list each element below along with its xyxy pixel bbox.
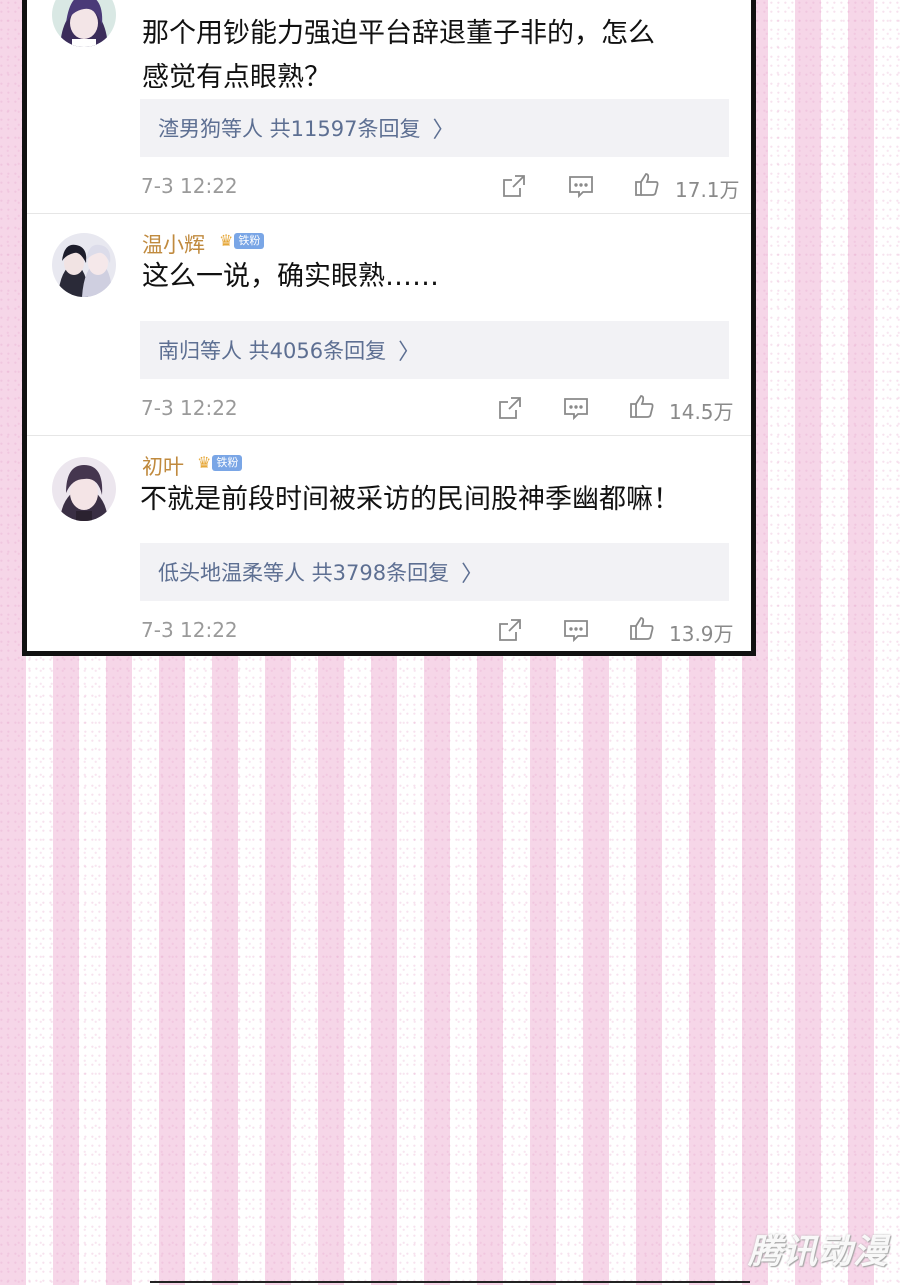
replies-summary[interactable]: 低头地温柔等人 共3798条回复 〉 bbox=[140, 543, 729, 601]
fan-badge: ♛ 铁粉 bbox=[197, 453, 243, 472]
comment-icon[interactable] bbox=[563, 617, 589, 643]
comment-time: 7-3 12:22 bbox=[141, 174, 238, 198]
comment-text-line: 感觉有点眼熟？ bbox=[142, 62, 331, 93]
avatar[interactable] bbox=[52, 457, 116, 521]
comment-text: 不就是前段时间被采访的民间股神季幽都嘛！ bbox=[140, 478, 740, 522]
comment-text-line: 那个用钞能力强迫平台辞退董子非的，怎么 bbox=[142, 18, 655, 49]
like-count: 17.1万 bbox=[675, 178, 740, 202]
bottom-border bbox=[150, 1281, 750, 1283]
share-icon[interactable] bbox=[497, 395, 523, 421]
replies-summary[interactable]: 南归等人 共4056条回复 〉 bbox=[140, 321, 729, 379]
crown-icon: ♛ bbox=[219, 231, 234, 250]
share-icon[interactable] bbox=[501, 173, 527, 199]
comment-time: 7-3 12:22 bbox=[141, 396, 238, 420]
share-icon[interactable] bbox=[497, 617, 523, 643]
divider bbox=[27, 435, 751, 436]
crown-icon: ♛ bbox=[197, 453, 212, 472]
chevron-right-icon: 〉 bbox=[432, 118, 455, 143]
chevron-right-icon: 〉 bbox=[398, 340, 421, 365]
avatar[interactable] bbox=[52, 0, 116, 47]
comment-text: 那个用钞能力强迫平台辞退董子非的，怎么 感觉有点眼熟？ bbox=[142, 12, 742, 100]
fan-badge-label: 铁粉 bbox=[212, 455, 243, 471]
divider bbox=[27, 213, 751, 214]
comment-panel: 那个用钞能力强迫平台辞退董子非的，怎么 感觉有点眼熟？ 渣男狗等人 共11597… bbox=[22, 0, 756, 656]
fan-badge: ♛ 铁粉 bbox=[219, 231, 265, 250]
replies-summary-text: 南归等人 共4056条回复 bbox=[158, 339, 387, 363]
fan-badge-label: 铁粉 bbox=[234, 233, 265, 249]
comment-icon[interactable] bbox=[568, 173, 594, 199]
like-icon[interactable] bbox=[634, 171, 660, 197]
username[interactable]: 初叶 bbox=[142, 451, 184, 481]
replies-summary-text: 低头地温柔等人 共3798条回复 bbox=[158, 561, 450, 585]
replies-summary[interactable]: 渣男狗等人 共11597条回复 〉 bbox=[140, 99, 729, 157]
comment-text-line: 不就是前段时间被采访的民间股神季幽都嘛！ bbox=[140, 484, 680, 515]
replies-summary-text: 渣男狗等人 共11597条回复 bbox=[158, 117, 421, 141]
comment-text-line: 这么一说，确实眼熟…… bbox=[142, 261, 439, 292]
comment-icon[interactable] bbox=[563, 395, 589, 421]
watermark-logo: 腾讯动漫 bbox=[748, 1232, 888, 1272]
comment-text: 这么一说，确实眼熟…… bbox=[142, 255, 742, 299]
chevron-right-icon: 〉 bbox=[461, 562, 484, 587]
like-count: 14.5万 bbox=[669, 400, 734, 424]
like-count: 13.9万 bbox=[669, 622, 734, 646]
avatar[interactable] bbox=[52, 233, 116, 297]
like-icon[interactable] bbox=[629, 393, 655, 419]
comment-time: 7-3 12:22 bbox=[141, 618, 238, 642]
like-icon[interactable] bbox=[629, 615, 655, 641]
